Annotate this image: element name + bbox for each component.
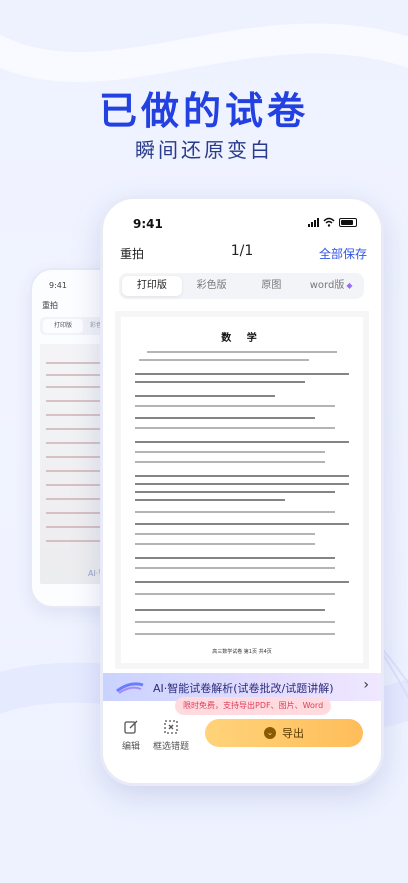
export-icon: ⌄: [264, 727, 276, 739]
tab-print[interactable]: 打印版: [122, 276, 182, 296]
status-icons: [308, 217, 357, 227]
status-time: 9:41: [133, 217, 163, 231]
diamond-icon: ◆: [346, 281, 353, 290]
tab-word-label: word版: [309, 280, 345, 291]
ai-logo-icon: [116, 682, 144, 694]
phone-mockup: 9:41 1/1 重拍 全部保存 打印版 彩色版 原图 word版◆ 数 学: [100, 196, 384, 786]
hero-subtitle: 瞬间还原变白: [135, 138, 273, 162]
select-wrong-questions-label: 框选错题: [152, 742, 189, 752]
tab-word[interactable]: word版 ◆: [301, 276, 361, 296]
battery-icon: [339, 217, 357, 227]
hero-title: 已做的试卷: [98, 89, 309, 133]
tab-original[interactable]: 原图: [242, 276, 302, 296]
version-tabs: 打印版 彩色版 原图 word版 ◆: [119, 273, 364, 299]
back-phone-title: 重拍: [42, 301, 58, 310]
tab-color[interactable]: 彩色版: [182, 276, 242, 296]
exam-paper: 数 学 高三数学试卷 第1页 共4页: [121, 317, 363, 663]
retake-button[interactable]: 重拍: [120, 245, 144, 262]
ai-analysis-label: AI·智能试卷解析(试卷批改/试题讲解): [153, 682, 334, 695]
exam-paper-title: 数 学: [221, 333, 263, 344]
back-phone-tab-print: 打印版: [43, 319, 83, 333]
exam-paper-footer: 高三数学试卷 第1页 共4页: [212, 649, 272, 655]
edit-icon: [124, 720, 138, 734]
export-button[interactable]: ⌄ 导出: [205, 719, 363, 747]
save-all-button[interactable]: 全部保存: [319, 245, 367, 262]
signal-icon: [308, 217, 319, 227]
chevron-right-icon: ›: [363, 677, 369, 693]
document-preview[interactable]: 数 学 高三数学试卷 第1页 共4页: [115, 311, 369, 669]
export-label: 导出: [282, 727, 304, 740]
top-nav: 1/1 重拍 全部保存: [103, 243, 381, 265]
frame-select-icon: [164, 720, 178, 734]
bottom-toolbar: 限时免费，支持导出PDF、图片、Word 编辑 框选错题 ⌄ 导出: [103, 697, 381, 783]
select-wrong-questions-button[interactable]: 框选错题: [147, 719, 195, 752]
back-phone-time: 9:41: [49, 281, 67, 290]
promo-badge: 限时免费，支持导出PDF、图片、Word: [175, 697, 332, 715]
wifi-icon: [323, 217, 335, 227]
